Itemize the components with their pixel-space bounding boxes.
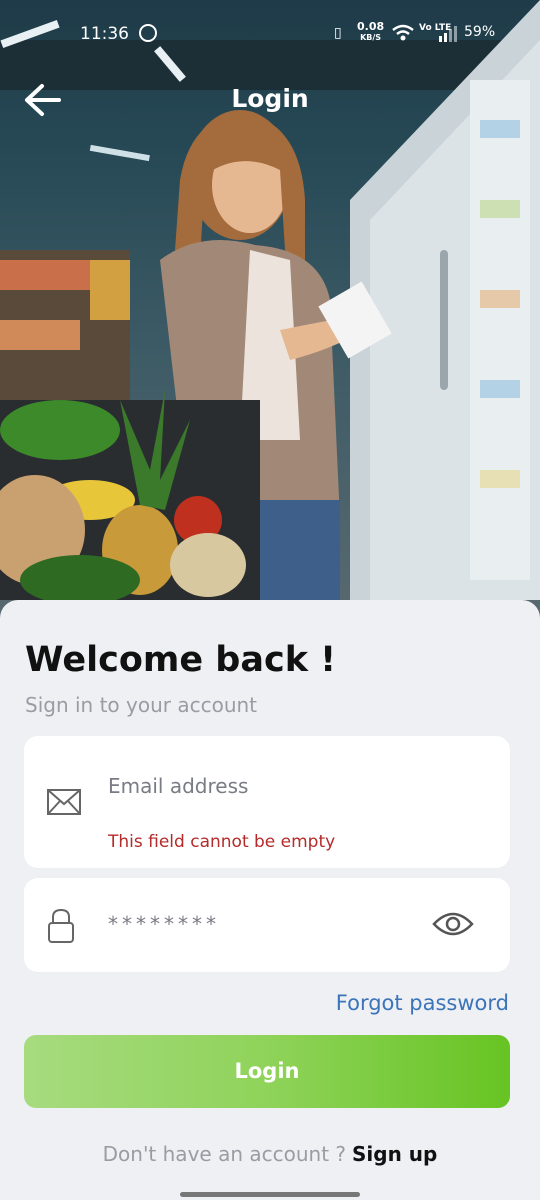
password-placeholder: ********: [108, 912, 220, 936]
signup-link[interactable]: Sign up: [352, 1142, 437, 1166]
signup-question: Don't have an account ?: [102, 1142, 347, 1166]
email-placeholder: Email address: [108, 774, 249, 798]
wifi-icon: [392, 24, 414, 41]
app-header: Login: [0, 76, 540, 126]
eye-icon[interactable]: [432, 908, 474, 940]
page-title: Login: [231, 84, 309, 113]
battery-level: 59%: [464, 24, 496, 40]
whatsapp-icon: [139, 24, 157, 42]
signup-prompt: Don't have an account ? Sign up: [0, 1142, 540, 1166]
network-speed-unit: KB/S: [360, 33, 382, 42]
lock-icon: [48, 908, 74, 943]
network-speed: 0.08 KB/S: [357, 20, 385, 43]
status-time: 11:36: [80, 24, 129, 44]
status-bar: 11:36 ▯ 0.08 KB/S Vo LTE 59%: [0, 0, 540, 70]
network-speed-value: 0.08: [357, 20, 385, 33]
home-indicator[interactable]: [180, 1192, 360, 1197]
signal-icon: [439, 26, 457, 42]
email-field[interactable]: Email address This field cannot be empty: [24, 736, 510, 868]
login-button[interactable]: Login: [24, 1035, 510, 1108]
welcome-subtitle: Sign in to your account: [25, 693, 258, 717]
welcome-heading: Welcome back !: [25, 640, 337, 680]
envelope-icon: [47, 789, 81, 815]
login-card: Welcome back ! Sign in to your account E…: [0, 600, 540, 1200]
password-field[interactable]: ********: [24, 878, 510, 972]
forgot-password-link[interactable]: Forgot password: [336, 991, 509, 1015]
vibrate-icon: ▯: [334, 25, 342, 41]
email-error-message: This field cannot be empty: [108, 832, 336, 852]
